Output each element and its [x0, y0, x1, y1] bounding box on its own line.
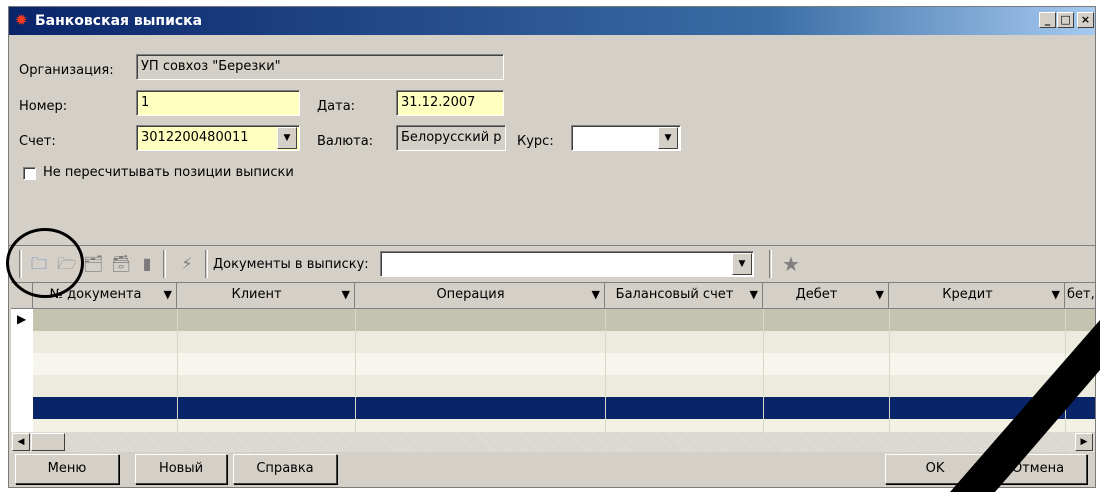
date-input[interactable]: 31.12.2007 [396, 90, 504, 116]
documents-grid[interactable]: № документа ▼ Клиент ▼ Операция ▼ Балансовы… [11, 282, 1095, 432]
toolbar-separator [19, 250, 22, 278]
column-divider [889, 309, 890, 432]
column-header-credit[interactable]: Кредит ▼ [889, 283, 1065, 309]
account-select[interactable]: 3012200480011 [136, 125, 300, 151]
folder-copy-icon[interactable]: 🗂 [83, 255, 103, 275]
star-icon[interactable]: ★ [781, 254, 801, 275]
horizontal-scrollbar[interactable]: ◀ ▶ [11, 432, 1095, 452]
chevron-down-icon: ▼ [875, 288, 884, 301]
chevron-down-icon: ▼ [591, 288, 600, 301]
window-title: Банковская выписка [35, 13, 203, 29]
rate-dropdown-button[interactable]: ▼ [658, 127, 678, 149]
row-indicator-column: ▶ [11, 309, 33, 432]
table-row-selected[interactable] [33, 397, 1095, 419]
documents-select[interactable] [380, 251, 754, 277]
toolbar-separator [205, 250, 208, 278]
table-row[interactable] [33, 309, 1095, 331]
grid-toolbar: 🗀 🗁 🗂 🗃 ▮ ⚡ Документы в выписку: ▼ ★ [9, 245, 1095, 281]
minimize-button[interactable]: _ [1039, 12, 1056, 28]
column-header-client[interactable]: Клиент ▼ [177, 283, 355, 309]
currency-field[interactable]: Белорусский р [396, 125, 506, 151]
date-label: Дата: [317, 99, 356, 114]
chevron-down-icon: ▼ [749, 288, 758, 301]
column-header-balance-account[interactable]: Балансовый счет ▼ [605, 283, 763, 309]
table-row[interactable] [33, 419, 1095, 432]
cancel-button[interactable]: Отмена [989, 454, 1087, 484]
account-label: Счет: [19, 134, 56, 149]
app-icon: ✹ [15, 11, 28, 29]
arrow-left-icon: ◀ [17, 437, 25, 447]
ok-button[interactable]: OK [885, 454, 985, 484]
column-header-cut[interactable]: бет, в [1065, 283, 1095, 309]
chevron-down-icon: ▼ [283, 133, 291, 143]
column-header-debit[interactable]: Дебет ▼ [763, 283, 889, 309]
folder-edit-icon[interactable]: 🗁 [57, 255, 77, 275]
currency-label: Валюта: [317, 134, 374, 149]
chevron-down-icon: ▼ [163, 288, 172, 301]
toolbar-separator [163, 250, 166, 278]
documents-label: Документы в выписку: [213, 257, 369, 272]
account-dropdown-button[interactable]: ▼ [277, 127, 297, 149]
arrow-right-icon: ▶ [1080, 437, 1088, 447]
table-row[interactable] [33, 375, 1095, 397]
no-recalc-label: Не пересчитывать позиции выписки [43, 165, 294, 180]
column-header-operation[interactable]: Операция ▼ [355, 283, 605, 309]
chevron-down-icon: ▼ [341, 288, 350, 301]
chevron-down-icon: ▼ [1051, 288, 1060, 301]
rate-label: Курс: [517, 134, 554, 149]
folder-move-icon[interactable]: 🗃 [111, 255, 131, 275]
scroll-thumb[interactable] [31, 433, 65, 451]
column-divider [355, 309, 356, 432]
number-input[interactable]: 1 [136, 90, 300, 116]
new-button[interactable]: Новый [135, 454, 227, 484]
documents-dropdown-button[interactable]: ▼ [732, 253, 752, 275]
table-row[interactable] [33, 331, 1095, 353]
maximize-button[interactable]: □ [1057, 12, 1074, 28]
column-divider [177, 309, 178, 432]
menu-button[interactable]: Меню [15, 454, 119, 484]
column-header-doc-number[interactable]: № документа ▼ [33, 283, 177, 309]
scroll-left-button[interactable]: ◀ [12, 433, 30, 451]
close-button[interactable]: × [1077, 12, 1094, 28]
document-icon[interactable]: ▮ [137, 255, 157, 275]
scroll-right-button[interactable]: ▶ [1075, 433, 1093, 451]
number-label: Номер: [19, 99, 68, 114]
column-divider [763, 309, 764, 432]
open-folder-icon[interactable]: 🗀 [29, 255, 49, 275]
column-divider [605, 309, 606, 432]
bank-statement-window: ✹ Банковская выписка _ □ × Организация: … [8, 6, 1096, 488]
chevron-down-icon: ▼ [738, 259, 746, 269]
table-row[interactable] [33, 353, 1095, 375]
organization-field[interactable]: УП совхоз "Березки" [136, 54, 504, 80]
chevron-down-icon: ▼ [664, 133, 672, 143]
help-button[interactable]: Справка [233, 454, 337, 484]
title-bar[interactable]: ✹ Банковская выписка _ □ × [9, 7, 1095, 35]
row-indicator-header [11, 283, 33, 309]
column-divider [1065, 309, 1066, 432]
no-recalc-checkbox[interactable] [23, 167, 36, 180]
organization-label: Организация: [19, 63, 114, 78]
toolbar-separator [769, 250, 772, 278]
current-row-arrow-icon: ▶ [17, 312, 27, 326]
lightning-icon[interactable]: ⚡ [177, 255, 197, 275]
